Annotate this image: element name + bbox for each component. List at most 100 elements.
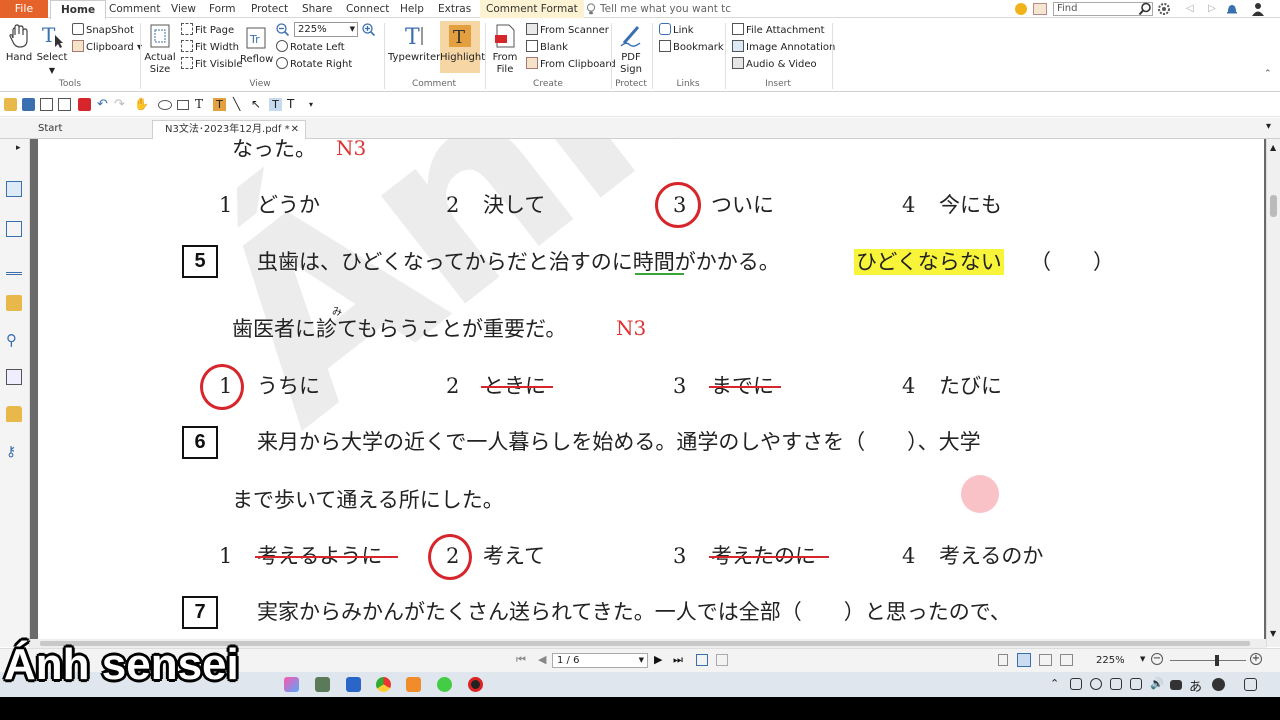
next-page-icon[interactable]: ▶ [654, 653, 662, 666]
rotate-right-button[interactable]: Rotate Right [276, 57, 352, 71]
page-view-icon[interactable] [696, 654, 708, 666]
zoom-level-dropdown-icon[interactable]: ▼ [1140, 655, 1145, 663]
tab-comment[interactable]: Comment [109, 0, 160, 18]
first-page-icon[interactable]: ⏮ [516, 653, 526, 667]
textbox-tool-icon[interactable]: T [287, 98, 300, 111]
ellipse-tool-icon[interactable] [158, 100, 172, 110]
arrow-tool-icon[interactable]: ↖ [251, 98, 264, 111]
close-tab-icon[interactable]: ✕ [291, 121, 299, 139]
bookmark-button[interactable]: Bookmark [659, 40, 724, 54]
zoom-out-icon[interactable] [276, 23, 290, 37]
collapse-ribbon-icon[interactable]: ⌃ [1264, 69, 1272, 79]
tab-list-icon[interactable]: ▾ [1266, 121, 1271, 132]
tab-extras[interactable]: Extras [438, 0, 471, 18]
vertical-scrollbar[interactable]: ▲ ▼ [1266, 139, 1280, 647]
tell-me-box[interactable]: Tell me what you want tc [600, 0, 731, 18]
pdf-sign-button[interactable]: PDF Sign [615, 23, 647, 76]
user-icon[interactable] [1252, 2, 1264, 16]
pdf-page[interactable]: Ánh sensei なった。 N3 1 どうか 2 決して 3 ついに 4 今… [38, 139, 1264, 639]
undo-icon[interactable]: ↶ [97, 98, 110, 111]
comments-panel-icon[interactable] [6, 295, 22, 311]
tab-home[interactable]: Home [50, 0, 107, 19]
page-number-input[interactable]: 1 / 6 ▼ [552, 653, 648, 668]
chrome-icon[interactable] [376, 677, 391, 692]
gear-icon[interactable] [1157, 2, 1171, 16]
file-menu[interactable]: File [0, 0, 48, 18]
image-annotation-button[interactable]: Image Annotation [732, 40, 835, 54]
volume-icon[interactable]: 🔊 [1150, 677, 1164, 690]
hand-small-icon[interactable]: ✋ [134, 98, 149, 111]
blank-button[interactable]: Blank [526, 40, 568, 54]
tab-comment-format[interactable]: Comment Format [480, 0, 584, 18]
mail-icon[interactable] [346, 677, 361, 692]
zoom-select[interactable]: 225% ▼ [294, 22, 358, 37]
line-tool-icon[interactable]: ╲ [233, 98, 246, 111]
redo-icon[interactable]: ↷ [114, 98, 127, 111]
wifi-icon[interactable] [1090, 678, 1102, 690]
pdf-icon[interactable] [78, 98, 91, 111]
link-button[interactable]: Link [659, 23, 693, 37]
notifications-icon[interactable] [1244, 678, 1257, 691]
file-attachment-button[interactable]: File Attachment [732, 23, 825, 37]
customize-toolbar-icon[interactable]: ▾ [309, 98, 322, 111]
from-scanner-button[interactable]: From Scanner [526, 23, 609, 37]
page-view-alt-icon[interactable] [716, 654, 728, 666]
facing-page-icon[interactable] [1039, 654, 1052, 666]
battery-icon[interactable] [1170, 680, 1182, 690]
from-file-button[interactable]: From File [489, 23, 521, 76]
tray-icon[interactable] [1070, 678, 1082, 690]
bookmarks-panel-icon[interactable] [6, 259, 22, 275]
tab-view[interactable]: View [171, 0, 196, 18]
tray-icon[interactable] [1110, 678, 1122, 690]
tab-help[interactable]: Help [400, 0, 424, 18]
select-tool-button[interactable]: T Select ▼ [36, 23, 68, 77]
zoom-level[interactable]: 225% [1096, 655, 1125, 666]
zoom-in-icon[interactable] [362, 23, 376, 37]
highlight-button[interactable]: T Highlight [440, 21, 485, 73]
attachments-panel-icon[interactable]: ⚲ [6, 332, 22, 348]
find-options-icon[interactable] [1033, 3, 1047, 15]
expand-panel-icon[interactable]: ▸ [16, 143, 21, 153]
tab-connect[interactable]: Connect [346, 0, 389, 18]
save-icon[interactable] [22, 98, 35, 111]
layers-icon[interactable] [6, 221, 22, 237]
prev-page-icon[interactable]: ◀ [538, 653, 546, 666]
smiley-icon[interactable] [1015, 3, 1027, 15]
actual-size-button[interactable]: Actual Size [144, 23, 176, 76]
open-icon[interactable] [4, 98, 17, 111]
scroll-up-icon[interactable]: ▲ [1270, 143, 1276, 152]
continuous-page-icon[interactable] [1017, 653, 1031, 667]
document-viewport[interactable]: Ánh sensei なった。 N3 1 どうか 2 決して 3 ついに 4 今… [30, 139, 1266, 639]
clipboard-button[interactable]: Clipboard ▾ [72, 40, 142, 54]
search-icon[interactable] [1138, 2, 1152, 16]
single-page-icon[interactable] [998, 654, 1008, 666]
recorder-icon[interactable] [468, 677, 483, 692]
rotate-left-button[interactable]: Rotate Left [276, 40, 345, 54]
reflow-button[interactable]: Tr Reflow [240, 25, 273, 66]
ime-icon[interactable]: あ [1189, 676, 1202, 695]
pages-icon[interactable] [6, 181, 22, 197]
audio-video-button[interactable]: Audio & Video [732, 57, 817, 71]
green-app-icon[interactable] [437, 677, 452, 692]
typewriter-tool-icon[interactable]: T [269, 98, 282, 111]
fit-width-button[interactable]: Fit Width [181, 40, 239, 54]
typewriter-button[interactable]: T Typewriter [388, 23, 440, 64]
tray-chevron-icon[interactable]: ⌃ [1050, 677, 1059, 690]
zoom-slider[interactable] [1170, 660, 1246, 661]
snapshot-button[interactable]: SnapShot [72, 23, 134, 37]
select-dropdown-icon[interactable]: ▼ [36, 65, 68, 77]
copilot-icon[interactable] [284, 677, 299, 692]
from-clipboard-button[interactable]: From Clipboard [526, 57, 616, 71]
highlight-tool-icon[interactable]: T [213, 98, 226, 111]
tab-share[interactable]: Share [302, 0, 332, 18]
page-dropdown-icon[interactable]: ▼ [639, 654, 644, 667]
zoom-out-status-icon[interactable]: − [1151, 653, 1163, 665]
fit-page-button[interactable]: Fit Page [181, 23, 234, 37]
email-icon[interactable] [58, 98, 71, 111]
zoom-in-status-icon[interactable]: + [1250, 653, 1262, 665]
scroll-down-icon[interactable]: ▼ [1270, 629, 1276, 638]
rectangle-tool-icon[interactable] [177, 100, 189, 110]
continuous-facing-icon[interactable] [1060, 654, 1073, 666]
zoom-slider-thumb[interactable] [1215, 655, 1219, 666]
tab-document[interactable]: N3文法･2023年12月.pdf * ✕ [152, 120, 306, 139]
